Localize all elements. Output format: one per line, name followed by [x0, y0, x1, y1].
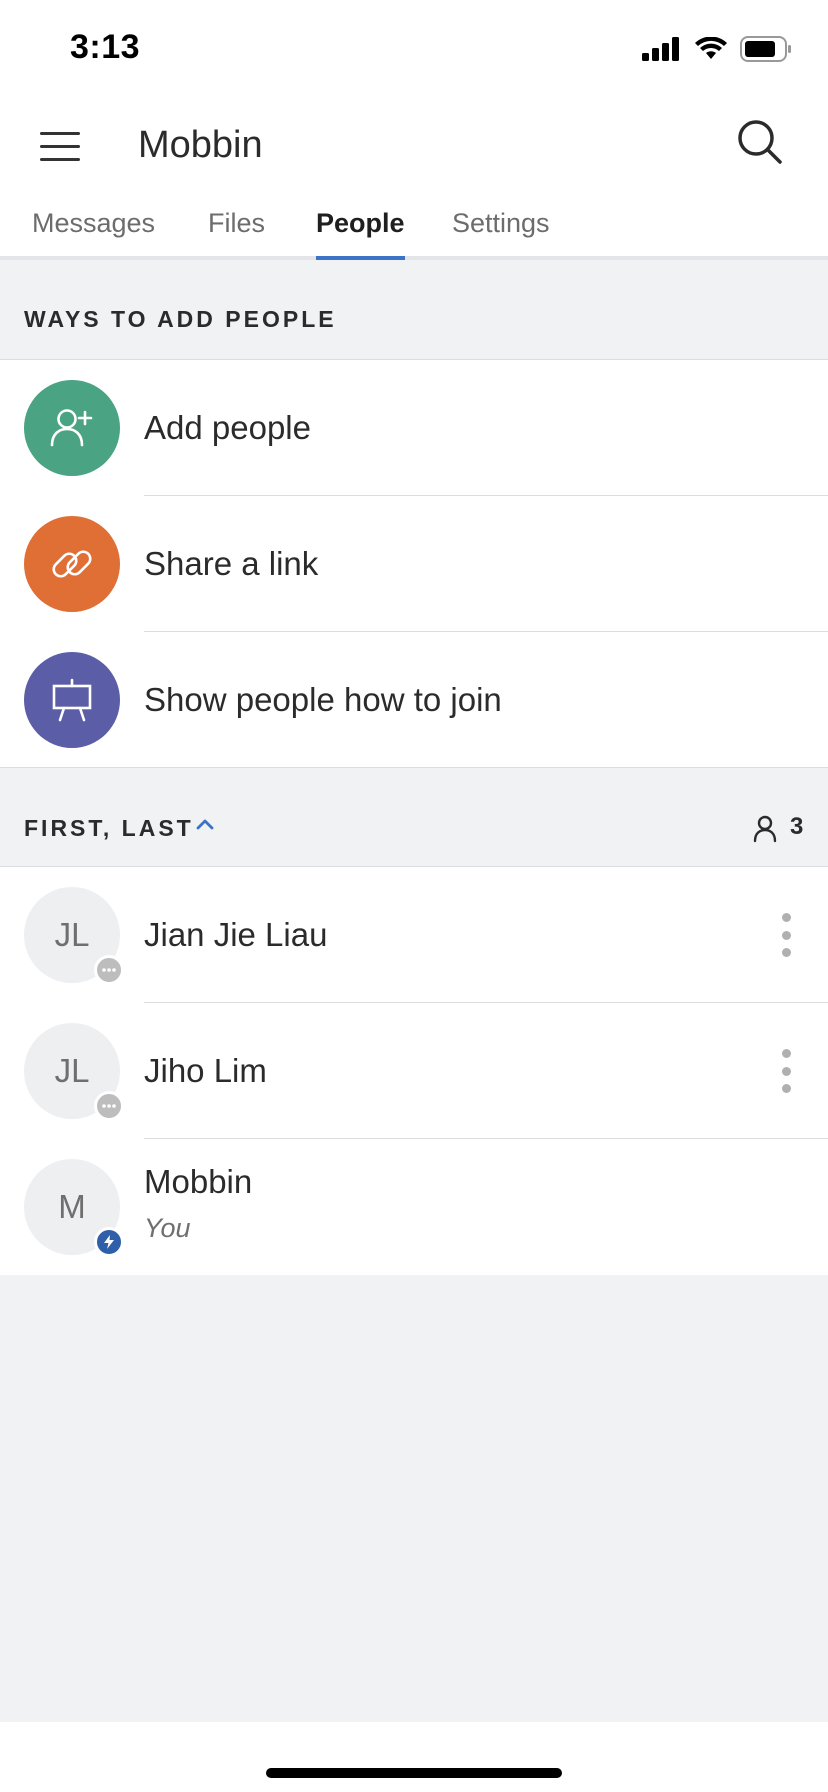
member-name: Mobbin: [144, 1163, 253, 1200]
list-item[interactable]: JL Jian Jie Liau: [0, 867, 828, 1003]
hamburger-icon[interactable]: [40, 116, 82, 176]
people-section-header: FIRST, LAST 3: [0, 769, 828, 867]
signal-icon: [642, 37, 679, 61]
home-indicator-area: [0, 1722, 828, 1792]
search-icon[interactable]: [730, 112, 790, 172]
add-person-icon: [24, 380, 120, 476]
avatar: JL: [24, 887, 124, 985]
chevron-up-icon[interactable]: [196, 817, 214, 831]
ways-section-header: WAYS TO ADD PEOPLE: [0, 264, 828, 360]
tab-bar: Messages Files People Settings: [0, 200, 828, 260]
person-icon: [753, 815, 777, 843]
show-how-to-join-row[interactable]: Show people how to join: [0, 632, 828, 768]
status-icons: [642, 36, 792, 62]
more-icon: [94, 1091, 124, 1121]
status-time: 3:13: [70, 28, 141, 66]
avatar-initials: JL: [54, 1052, 90, 1089]
wifi-icon: [695, 37, 727, 59]
more-options-icon[interactable]: [778, 1049, 794, 1093]
avatar: JL: [24, 1023, 124, 1121]
tab-settings[interactable]: Settings: [452, 200, 550, 258]
tab-messages[interactable]: Messages: [32, 200, 155, 258]
tab-people[interactable]: People: [316, 200, 405, 260]
share-link-row[interactable]: Share a link: [0, 496, 828, 632]
you-label: You: [144, 1213, 191, 1243]
link-icon: [24, 516, 120, 612]
avatar-initials: JL: [54, 916, 90, 953]
more-icon: [94, 955, 124, 985]
page-title: Mobbin: [138, 124, 263, 166]
add-people-row[interactable]: Add people: [0, 360, 828, 496]
list-item[interactable]: M Mobbin You: [0, 1139, 828, 1275]
tab-files[interactable]: Files: [208, 200, 265, 258]
status-bar: 3:13: [0, 0, 828, 90]
home-indicator[interactable]: [266, 1768, 562, 1778]
show-how-to-join-label: Show people how to join: [144, 681, 502, 718]
more-options-icon[interactable]: [778, 913, 794, 957]
battery-icon: [740, 36, 791, 62]
avatar-initials: M: [58, 1188, 86, 1225]
list-item[interactable]: JL Jiho Lim: [0, 1003, 828, 1139]
lightning-icon: [94, 1227, 124, 1257]
ways-section-title: WAYS TO ADD PEOPLE: [24, 306, 337, 332]
share-link-label: Share a link: [144, 545, 319, 582]
avatar: M: [24, 1159, 124, 1257]
add-people-label: Add people: [144, 409, 311, 446]
app-bar: Mobbin: [0, 90, 828, 200]
member-name: Jian Jie Liau: [144, 916, 328, 953]
presentation-icon: [24, 652, 120, 748]
people-list: JL Jian Jie Liau JL Jiho Lim M Mobbin Yo…: [0, 867, 828, 1275]
member-count: 3: [790, 813, 804, 840]
ways-list: Add people Share a link Show people how …: [0, 360, 828, 768]
sort-label[interactable]: FIRST, LAST: [24, 815, 194, 842]
member-name: Jiho Lim: [144, 1052, 267, 1089]
